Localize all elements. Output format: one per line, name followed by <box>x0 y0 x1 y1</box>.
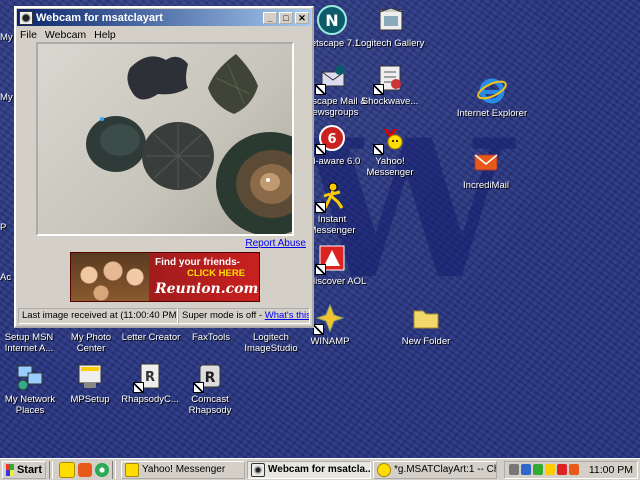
desktop: W My My P Ac N Netscape 7.1 Logitech Gal… <box>0 0 640 458</box>
whats-this-link[interactable]: What's this? <box>265 310 309 321</box>
window-title: Webcam for msatclayart <box>36 11 163 24</box>
windows-logo-icon <box>6 463 14 476</box>
ad-brand: Reunion.com <box>155 281 259 297</box>
ad-cta: CLICK HERE <box>187 268 246 279</box>
task-chat[interactable]: *g.MSATClayArt:1 -- Chat <box>373 460 497 479</box>
webcam-image <box>36 42 294 236</box>
reunion-ad-banner[interactable]: Find your friends- CLICK HERE Reunion.co… <box>70 252 260 302</box>
webcam-icon <box>251 462 265 477</box>
yahoo-icon <box>125 462 139 477</box>
shockwave-icon <box>373 62 406 95</box>
media-quicklaunch-icon[interactable] <box>95 462 109 477</box>
window-titlebar[interactable]: Webcam for msatclayart _ □ ✕ <box>17 9 311 26</box>
aim-icon <box>315 180 348 213</box>
netscape-icon: N <box>316 4 348 36</box>
ad-headline: Find your friends- <box>155 257 240 268</box>
chat-icon <box>377 462 391 477</box>
desktop-edge-label: My <box>0 32 13 43</box>
menu-help[interactable]: Help <box>94 29 116 41</box>
desktop-icon-new-folder[interactable]: New Folder <box>390 302 462 347</box>
status-last-image: Last image received at (11:00:40 PM) <box>18 308 178 324</box>
task-label: Yahoo! Messenger <box>142 464 226 475</box>
incredimail-icon <box>470 146 502 178</box>
yahoo-icon: Y <box>373 122 406 155</box>
rhapsody-icon: R <box>133 360 166 393</box>
aim-tray-icon[interactable] <box>544 464 555 475</box>
network-tray-icon[interactable] <box>520 464 531 475</box>
yahoo-tray-icon[interactable] <box>556 464 567 475</box>
task-yahoo-messenger[interactable]: Yahoo! Messenger <box>121 460 245 479</box>
status-super-mode: Super mode is off - What's this? <box>178 308 310 324</box>
menu-webcam[interactable]: Webcam <box>45 29 86 41</box>
svg-text:R: R <box>145 370 155 385</box>
svg-text:6: 6 <box>327 132 336 147</box>
desktop-icon-logitech-gallery[interactable]: Logitech Gallery <box>354 4 426 49</box>
desktop-edge-label: My <box>0 92 13 103</box>
taskbar-separator <box>112 460 116 479</box>
volume-icon[interactable] <box>508 464 519 475</box>
start-label: Start <box>16 463 42 476</box>
mail-icon <box>315 62 348 95</box>
mpsetup-icon <box>74 360 106 392</box>
incredimail-tray-icon[interactable] <box>568 464 579 475</box>
desktop-icon-internet-explorer[interactable]: Internet Explorer <box>456 74 528 119</box>
taskbar-separator <box>49 460 53 479</box>
norton-icon[interactable] <box>532 464 543 475</box>
menu-bar: File Webcam Help <box>16 27 312 43</box>
start-button[interactable]: Start <box>2 460 46 479</box>
webcam-window[interactable]: Webcam for msatclayart _ □ ✕ File Webcam… <box>14 6 314 328</box>
menu-file[interactable]: File <box>20 29 37 41</box>
yahoo-quicklaunch-icon[interactable] <box>59 461 75 478</box>
desktop-edge-label: Ac <box>0 272 12 283</box>
minimize-button[interactable]: _ <box>263 11 277 24</box>
desktop-icon-shockwave[interactable]: Shockwave... <box>354 62 426 107</box>
gallery-icon <box>374 4 406 36</box>
ie-icon <box>476 74 508 106</box>
adaware-icon: 6 <box>315 122 348 155</box>
folder-icon <box>410 302 442 334</box>
desktop-icon-incredimail[interactable]: IncrediMail <box>450 146 522 191</box>
status-super-mode-text: Super mode is off - <box>182 310 265 321</box>
clock: 11:00 PM <box>588 463 633 476</box>
task-label: Webcam for msatcla... <box>268 464 371 475</box>
svg-text:R: R <box>205 370 216 386</box>
desktop-icon-yahoo-messenger[interactable]: Y Yahoo! Messenger <box>354 122 426 178</box>
task-label: *g.MSATClayArt:1 -- Chat <box>394 464 497 475</box>
desktop-icon-comcast-rhapsody[interactable]: R Comcast Rhapsody <box>174 360 246 416</box>
incredimail-quicklaunch-icon[interactable] <box>78 462 92 477</box>
status-bar: Last image received at (11:00:40 PM) Sup… <box>18 308 310 324</box>
desktop-icon-logitech-imagestudio[interactable]: Logitech ImageStudio <box>236 332 306 354</box>
system-tray: 11:00 PM <box>503 460 638 479</box>
report-abuse-link[interactable]: Report Abuse <box>245 238 306 249</box>
winamp-icon <box>313 302 346 335</box>
aol-icon <box>315 242 348 275</box>
maximize-button[interactable]: □ <box>279 11 293 24</box>
network-icon <box>14 360 46 392</box>
ad-photo <box>71 253 149 301</box>
taskbar: Start Yahoo! Messenger Webcam for msatcl… <box>0 458 640 480</box>
close-button[interactable]: ✕ <box>295 11 309 24</box>
comcast-icon: R <box>193 360 226 393</box>
desktop-icon-setup-msn[interactable]: Setup MSN Internet A... <box>0 332 64 354</box>
desktop-edge-label: P <box>0 222 7 233</box>
svg-text:N: N <box>325 11 338 30</box>
webcam-app-icon <box>19 10 33 25</box>
task-webcam[interactable]: Webcam for msatcla... <box>247 460 371 479</box>
